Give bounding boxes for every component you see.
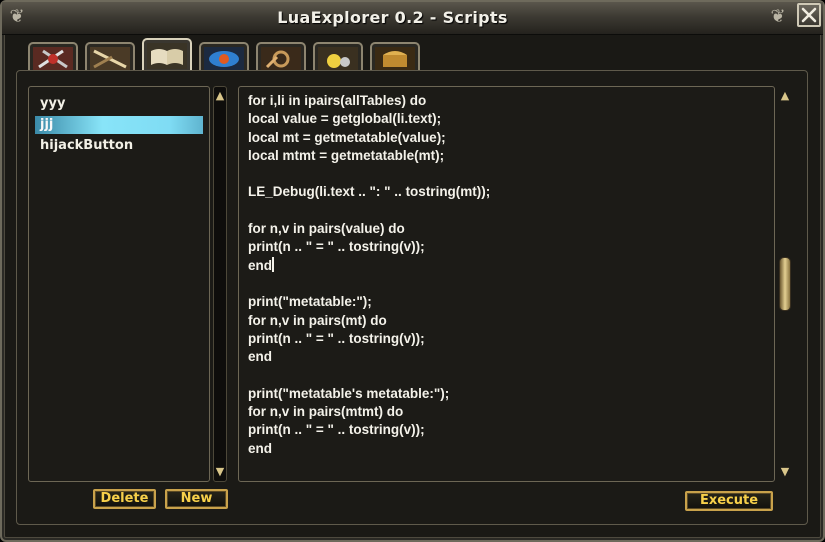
list-item[interactable]: jjj <box>35 116 203 134</box>
list-item[interactable]: yyy <box>35 95 203 113</box>
tab-2[interactable] <box>85 42 135 72</box>
open-book-icon <box>147 43 187 69</box>
editor-scrollbar[interactable]: ▲ ▼ <box>778 86 792 482</box>
scroll-down-icon[interactable]: ▼ <box>780 465 790 479</box>
close-icon <box>801 7 817 23</box>
list-item[interactable]: hijackButton <box>35 137 203 155</box>
crossed-swords-icon <box>90 47 130 70</box>
tab-5[interactable] <box>256 42 306 72</box>
scroll-down-icon[interactable]: ▼ <box>215 465 225 479</box>
text-caret <box>272 256 275 272</box>
scroll-thumb[interactable] <box>779 257 791 311</box>
scroll-up-icon[interactable]: ▲ <box>780 89 790 103</box>
code-text[interactable]: for i,li in ipairs(allTables) do local v… <box>248 92 490 458</box>
script-editor[interactable]: for i,li in ipairs(allTables) do local v… <box>238 86 775 482</box>
golden-chest-icon <box>375 47 415 70</box>
script-list: yyy jjj hijackButton <box>28 86 210 482</box>
tab-4[interactable] <box>199 42 249 72</box>
ornament-swirl-icon: ❦ <box>770 6 786 27</box>
red-crossed-weapons-icon <box>33 47 73 70</box>
tab-3[interactable] <box>142 38 192 72</box>
script-list-scrollbar[interactable]: ▲ ▼ <box>213 86 227 482</box>
scroll-up-icon[interactable]: ▲ <box>215 89 225 103</box>
delete-button[interactable]: Delete <box>93 489 156 509</box>
tab-1[interactable] <box>28 42 78 72</box>
code-before-caret: for i,li in ipairs(allTables) do local v… <box>248 93 491 273</box>
new-button[interactable]: New <box>165 489 228 509</box>
close-button[interactable] <box>797 3 821 27</box>
tab-6[interactable] <box>313 42 363 72</box>
title-bar[interactable]: ❦ LuaExplorer 0.2 - Scripts ❦ <box>2 2 823 35</box>
code-after-caret: print("metatable:"); for n,v in pairs(mt… <box>248 294 450 456</box>
potion-bottles-icon <box>318 47 358 70</box>
tab-7[interactable] <box>370 42 420 72</box>
blue-eye-orb-icon <box>204 47 244 70</box>
execute-button[interactable]: Execute <box>685 491 773 511</box>
window-frame: ❦ LuaExplorer 0.2 - Scripts ❦ yyy jjj hi… <box>0 0 825 542</box>
window-title: LuaExplorer 0.2 - Scripts <box>277 8 508 27</box>
wrench-gears-icon <box>261 47 301 70</box>
tab-bar <box>24 38 484 72</box>
